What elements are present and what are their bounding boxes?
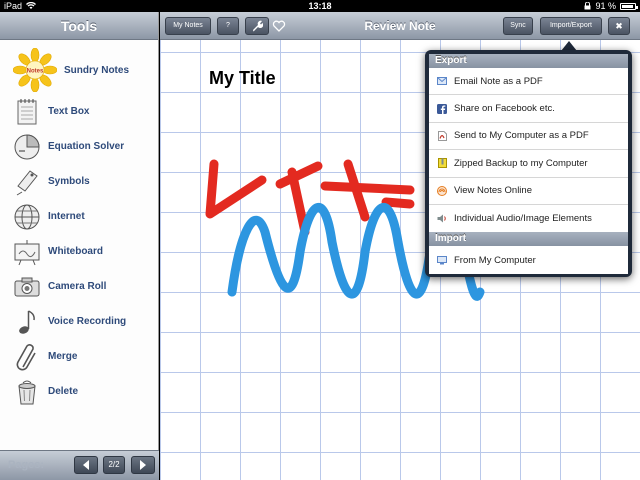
tool-label: Whiteboard <box>48 246 103 257</box>
notepad-icon <box>12 97 42 127</box>
triangle-left-icon <box>83 460 89 470</box>
facebook-icon <box>437 103 447 114</box>
page-indicator: 2/2 <box>103 456 125 474</box>
view-online-item[interactable]: View Notes Online <box>429 178 628 205</box>
status-bar: iPad 13:18 91 % <box>0 0 640 12</box>
rotation-lock-icon <box>584 2 591 10</box>
speaker-icon <box>437 214 447 224</box>
toolbar-title: Review Note <box>364 19 436 33</box>
email-icon <box>437 76 447 86</box>
rss-icon <box>437 185 447 196</box>
tool-merge[interactable]: Merge <box>0 339 158 374</box>
menu-item-label: Share on Facebook etc. <box>454 103 555 115</box>
tool-label: Delete <box>48 386 79 397</box>
menu-item-label: Email Note as a PDF <box>454 75 543 87</box>
zip-icon <box>437 158 447 169</box>
battery-icon <box>620 2 638 10</box>
tool-equation-solver[interactable]: Equation Solver <box>0 129 158 164</box>
zipped-backup-item[interactable]: Zipped Backup to my Computer <box>429 150 628 178</box>
tool-voice-recording[interactable]: Voice Recording <box>0 304 158 339</box>
menu-item-label: Zipped Backup to my Computer <box>454 157 588 169</box>
tool-symbols[interactable]: Symbols <box>0 164 158 199</box>
settings-button[interactable] <box>245 17 269 35</box>
music-note-icon <box>12 307 42 337</box>
sidebar-title: Tools <box>0 12 158 40</box>
close-button[interactable]: ✖ <box>608 17 630 35</box>
menu-item-label: From My Computer <box>454 254 536 266</box>
favorite-heart-icon[interactable] <box>272 19 286 33</box>
tool-internet[interactable]: Internet <box>0 199 158 234</box>
import-section-header: Import <box>429 232 628 247</box>
next-page-button[interactable] <box>131 456 155 474</box>
clock: 13:18 <box>308 1 332 11</box>
pages-label: Pages: <box>8 459 45 471</box>
facebook-share-item[interactable]: Share on Facebook etc. <box>429 95 628 123</box>
tool-camera-roll[interactable]: Camera Roll <box>0 269 158 304</box>
tool-label: Text Box <box>48 106 90 117</box>
tool-label: Merge <box>48 351 78 362</box>
send-pdf-item[interactable]: Send to My Computer as a PDF <box>429 123 628 151</box>
import-menu: From My Computer <box>429 246 628 274</box>
triangle-right-icon <box>140 460 146 470</box>
globe-icon <box>12 202 42 232</box>
import-export-button[interactable]: Import/Export <box>540 17 602 35</box>
whiteboard-icon <box>12 237 42 267</box>
wrench-icon <box>253 20 264 32</box>
menu-item-label: Send to My Computer as a PDF <box>454 130 589 142</box>
tag-icon <box>12 167 42 197</box>
trash-icon <box>12 377 42 407</box>
tool-label: Equation Solver <box>48 141 125 152</box>
export-menu: Email Note as a PDF Share on Facebook et… <box>429 68 628 233</box>
battery-percent: 91 % <box>595 1 616 11</box>
note-toolbar: My Notes ? Review Note Sync Import/Expor… <box>160 12 640 40</box>
help-button[interactable]: ? <box>217 17 239 35</box>
equation-icon <box>12 132 42 162</box>
tools-sidebar: Tools Notes Sundry Notes Text Box Equati… <box>0 12 159 480</box>
my-notes-button[interactable]: My Notes <box>165 17 211 35</box>
sundry-notes-logo: Notes <box>12 47 58 93</box>
tool-label: Sundry Notes <box>64 64 130 76</box>
tool-whiteboard[interactable]: Whiteboard <box>0 234 158 269</box>
prev-page-button[interactable] <box>74 456 98 474</box>
pdf-icon <box>437 130 447 141</box>
menu-item-label: View Notes Online <box>454 185 532 197</box>
tool-label: Symbols <box>48 176 90 187</box>
export-section-header: Export <box>429 54 628 68</box>
import-computer-icon <box>437 255 447 265</box>
camera-icon <box>12 272 42 302</box>
import-from-computer-item[interactable]: From My Computer <box>429 246 628 273</box>
tool-label: Internet <box>48 211 85 222</box>
sync-button[interactable]: Sync <box>503 17 533 35</box>
tool-label: Voice Recording <box>48 316 127 327</box>
email-pdf-item[interactable]: Email Note as a PDF <box>429 68 628 96</box>
sundry-notes-logo-text: Notes <box>27 69 44 75</box>
audio-image-elements-item[interactable]: Individual Audio/Image Elements <box>429 205 628 232</box>
note-title[interactable]: My Title <box>209 68 276 89</box>
paperclip-icon <box>12 342 42 372</box>
sidebar-footer: Pages: 2/2 <box>0 450 159 480</box>
tool-sundry-notes[interactable]: Notes Sundry Notes <box>0 46 158 94</box>
menu-item-label: Individual Audio/Image Elements <box>454 213 592 225</box>
tool-text-box[interactable]: Text Box <box>0 94 158 129</box>
tool-label: Camera Roll <box>48 281 107 292</box>
tool-delete[interactable]: Delete <box>0 374 158 409</box>
tool-list: Notes Sundry Notes Text Box Equation Sol… <box>0 40 158 409</box>
import-export-popover: Export Email Note as a PDF Share on Face… <box>425 50 632 277</box>
